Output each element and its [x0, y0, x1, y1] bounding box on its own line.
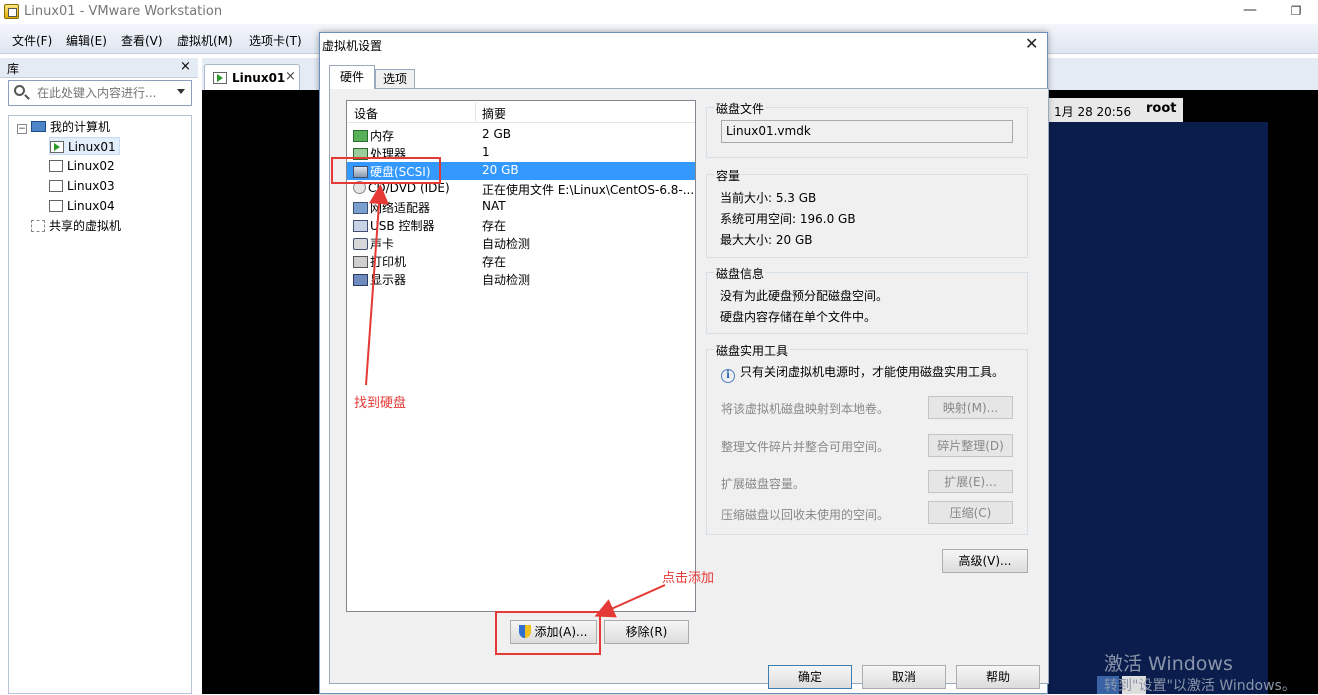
collapse-icon[interactable]: −	[17, 124, 27, 134]
expand-description: 扩展磁盘容量。	[721, 477, 806, 491]
harddisk-highlight-box	[331, 157, 441, 184]
window-title: Linux01 - VMware Workstation	[24, 4, 223, 19]
device-row-printer[interactable]: 打印机 存在	[347, 252, 695, 270]
library-tree: − 我的计算机 Linux01 Linux02 Linux03 Linux04 …	[8, 115, 192, 694]
disk-info-line: 硬盘内容存储在单个文件中。	[720, 310, 877, 324]
minimize-button[interactable]: —	[1238, 0, 1262, 22]
menu-view[interactable]: 查看(V)	[121, 32, 163, 49]
sound-icon	[353, 238, 368, 250]
tree-item-linux04[interactable]: Linux04	[49, 197, 115, 215]
device-row-memory[interactable]: 内存 2 GB	[347, 126, 695, 144]
guest-user-menu[interactable]: root	[1146, 101, 1177, 116]
vm-settings-dialog: 虚拟机设置 ✕ 硬件 选项 设备 摘要 内存 2 GB 处理器 1 硬盘(SCS…	[319, 32, 1049, 694]
annotation-find-disk: 找到硬盘	[354, 396, 407, 411]
disk-file-group: 磁盘文件 Linux01.vmdk	[706, 100, 1028, 158]
shared-vm-icon	[31, 220, 45, 232]
device-list-header: 设备 摘要	[347, 101, 695, 123]
help-button[interactable]: 帮助	[956, 665, 1040, 689]
printer-icon	[353, 256, 368, 268]
available-space: 系统可用空间: 196.0 GB	[720, 212, 856, 226]
annotation-click-add: 点击添加	[662, 571, 715, 586]
title-bar: Linux01 - VMware Workstation — ❐	[0, 0, 1318, 24]
add-button-highlight-box	[495, 611, 601, 655]
display-icon	[353, 274, 368, 286]
capacity-group: 容量 当前大小: 5.3 GB 系统可用空间: 196.0 GB 最大大小: 2…	[706, 167, 1028, 258]
tree-item-my-computer[interactable]: 我的计算机	[31, 118, 110, 136]
guest-desktop[interactable]	[1048, 122, 1268, 694]
disk-info-group: 磁盘信息 没有为此硬盘预分配磁盘空间。 硬盘内容存储在单个文件中。	[706, 265, 1028, 334]
disk-file-title: 磁盘文件	[714, 100, 767, 117]
map-description: 将该虚拟机磁盘映射到本地卷。	[721, 402, 890, 416]
info-icon: i	[721, 369, 735, 383]
tab-linux01[interactable]: Linux01 ×	[204, 64, 300, 90]
usb-icon	[353, 220, 368, 232]
close-icon[interactable]: ×	[285, 69, 296, 84]
defrag-description: 整理文件碎片并整合可用空间。	[721, 440, 890, 454]
library-search-box[interactable]	[8, 80, 192, 106]
ok-button[interactable]: 确定	[768, 665, 852, 689]
vm-icon	[49, 180, 63, 192]
tab-options[interactable]: 选项	[375, 69, 415, 89]
vm-icon	[49, 200, 63, 212]
restore-button[interactable]: ❐	[1284, 0, 1308, 22]
device-row-usb[interactable]: USB 控制器 存在	[347, 216, 695, 234]
activation-watermark-text: 转到"设置"以激活 Windows。	[1104, 678, 1296, 694]
utilities-note: i 只有关闭虚拟机电源时，才能使用磁盘实用工具。	[721, 363, 1004, 383]
defragment-button[interactable]: 碎片整理(D)	[928, 434, 1013, 457]
memory-icon	[353, 130, 368, 142]
tree-item-linux02[interactable]: Linux02	[49, 157, 115, 175]
guest-clock[interactable]: 1月 28 20:56	[1054, 103, 1131, 120]
compact-button[interactable]: 压缩(C)	[928, 501, 1013, 524]
dialog-close-icon[interactable]: ✕	[1025, 34, 1038, 53]
activation-watermark-title: 激活 Windows	[1104, 653, 1233, 675]
device-row-network[interactable]: 网络适配器 NAT	[347, 198, 695, 216]
library-close-icon[interactable]: ×	[180, 59, 191, 74]
library-title: 库	[7, 62, 20, 76]
device-row-sound[interactable]: 声卡 自动检测	[347, 234, 695, 252]
computer-icon	[31, 121, 46, 132]
remove-device-button[interactable]: 移除(R)	[604, 620, 689, 644]
column-summary[interactable]: 摘要	[482, 105, 506, 122]
dialog-title: 虚拟机设置	[322, 39, 383, 53]
compact-description: 压缩磁盘以回收未使用的空间。	[721, 508, 890, 522]
vm-running-icon	[213, 72, 227, 84]
expand-button[interactable]: 扩展(E)...	[928, 470, 1013, 493]
menu-file[interactable]: 文件(F)	[12, 32, 52, 49]
disk-info-title: 磁盘信息	[714, 265, 767, 282]
vmware-app-icon	[4, 4, 19, 19]
cancel-button[interactable]: 取消	[862, 665, 946, 689]
library-header: 库 ×	[0, 58, 198, 78]
network-icon	[353, 202, 368, 214]
vm-running-icon	[50, 141, 64, 153]
menu-tabs[interactable]: 选项卡(T)	[249, 32, 302, 49]
device-row-display[interactable]: 显示器 自动检测	[347, 270, 695, 288]
vm-icon	[49, 160, 63, 172]
current-size: 当前大小: 5.3 GB	[720, 191, 817, 205]
tree-item-linux03[interactable]: Linux03	[49, 177, 115, 195]
disk-info-line: 没有为此硬盘预分配磁盘空间。	[720, 289, 889, 303]
tree-item-linux01[interactable]: Linux01	[49, 137, 120, 155]
menu-edit[interactable]: 编辑(E)	[66, 32, 107, 49]
library-search-input[interactable]	[35, 84, 165, 102]
disk-utilities-group: 磁盘实用工具 i 只有关闭虚拟机电源时，才能使用磁盘实用工具。 将该虚拟机磁盘映射…	[706, 342, 1028, 535]
advanced-button[interactable]: 高级(V)...	[942, 549, 1028, 573]
tree-item-shared-vms[interactable]: 共享的虚拟机	[31, 217, 121, 235]
chevron-down-icon[interactable]	[177, 89, 185, 94]
map-button[interactable]: 映射(M)...	[928, 396, 1013, 419]
search-icon	[14, 85, 25, 96]
tab-label: Linux01	[232, 71, 286, 85]
column-device[interactable]: 设备	[354, 105, 378, 122]
capacity-title: 容量	[714, 167, 743, 184]
disk-utilities-title: 磁盘实用工具	[714, 342, 791, 359]
menu-vm[interactable]: 虚拟机(M)	[177, 32, 233, 49]
disk-file-field[interactable]: Linux01.vmdk	[721, 120, 1013, 143]
tab-hardware[interactable]: 硬件	[329, 65, 375, 89]
maximum-size: 最大大小: 20 GB	[720, 233, 813, 247]
